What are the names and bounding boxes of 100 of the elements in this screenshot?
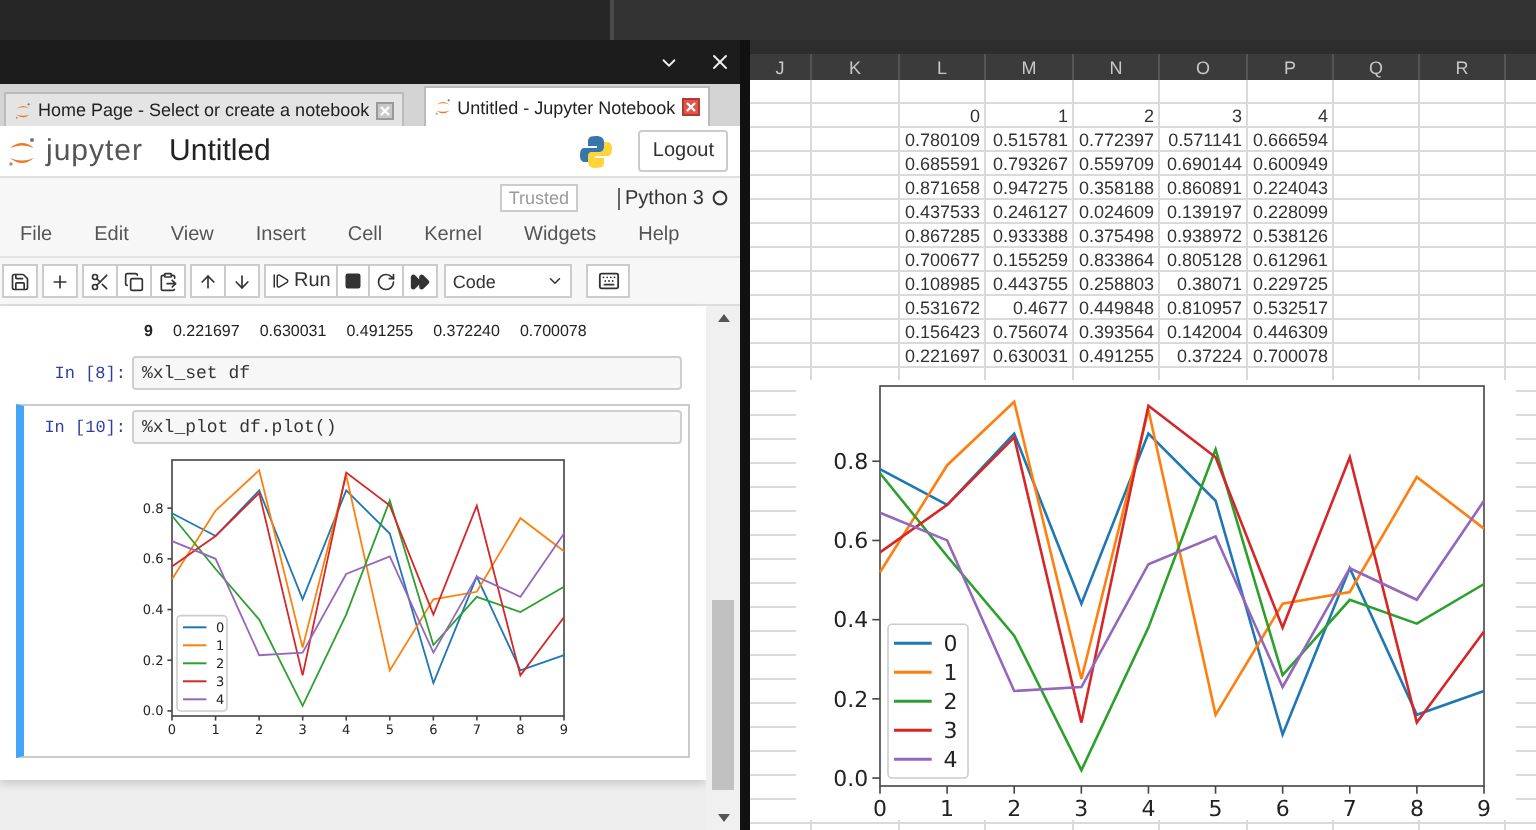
toolbar-button[interactable]: [224, 264, 260, 298]
table-cell[interactable]: 0.246127: [986, 200, 1074, 224]
table-cell[interactable]: 0.630031: [986, 344, 1074, 368]
table-cell[interactable]: 0.780109: [900, 128, 986, 152]
cell-prompt: In [10]:: [42, 417, 128, 437]
table-cell[interactable]: 0.224043: [1248, 176, 1334, 200]
toolbar-button[interactable]: [116, 264, 152, 298]
table-cell[interactable]: 0.805128: [1160, 248, 1248, 272]
brand-name: jupyter: [46, 134, 144, 168]
table-cell[interactable]: 0.024609: [1074, 200, 1160, 224]
table-cell[interactable]: 0.867285: [900, 224, 986, 248]
table-cell[interactable]: 0.358188: [1074, 176, 1160, 200]
menu-item[interactable]: Kernel: [412, 223, 501, 245]
table-cell[interactable]: 0.221697: [900, 344, 986, 368]
table-cell[interactable]: 0: [900, 104, 986, 128]
tab-close-icon[interactable]: [681, 98, 700, 116]
table-cell[interactable]: 0.810957: [1160, 296, 1248, 320]
menu-item[interactable]: Help: [626, 223, 698, 245]
toolbar-button[interactable]: [82, 264, 118, 298]
tick-label: 2: [1007, 795, 1022, 820]
toolbar-button[interactable]: [2, 264, 38, 298]
table-cell[interactable]: 0.833864: [1074, 248, 1160, 272]
table-cell[interactable]: 0.38071: [1160, 272, 1248, 296]
table-cell[interactable]: 0.571141: [1160, 128, 1248, 152]
table-cell[interactable]: 0.793267: [986, 152, 1074, 176]
table-cell[interactable]: 0.532517: [1248, 296, 1334, 320]
table-cell[interactable]: 0.515781: [986, 128, 1074, 152]
browser-tab[interactable]: Home Page - Select or create a notebook: [4, 92, 404, 126]
notebook-name[interactable]: Untitled: [169, 134, 271, 168]
table-cell[interactable]: 2: [1074, 104, 1160, 128]
table-cell[interactable]: 0.258803: [1074, 272, 1160, 296]
table-cell[interactable]: 4: [1248, 104, 1334, 128]
output-value: 0.221697: [172, 321, 240, 339]
table-cell[interactable]: 0.229725: [1248, 272, 1334, 296]
table-cell[interactable]: 0.491255: [1074, 344, 1160, 368]
plus-icon: [50, 271, 70, 291]
table-cell[interactable]: 0.142004: [1160, 320, 1248, 344]
table-cell[interactable]: 0.108985: [900, 272, 986, 296]
table-cell[interactable]: 0.531672: [900, 296, 986, 320]
table-cell[interactable]: 0.666594: [1248, 128, 1334, 152]
table-cell[interactable]: 0.449848: [1074, 296, 1160, 320]
code-input[interactable]: %xl_plot df.plot(): [132, 410, 682, 444]
scroll-down-icon[interactable]: [717, 814, 729, 822]
table-cell[interactable]: 1: [986, 104, 1074, 128]
toolbar-button[interactable]: [190, 264, 226, 298]
table-cell[interactable]: 0.37224: [1160, 344, 1248, 368]
toolbar-button[interactable]: [336, 264, 371, 298]
browser-tab[interactable]: Untitled - Jupyter Notebook: [423, 86, 710, 126]
table-cell[interactable]: 0.933388: [986, 224, 1074, 248]
table-cell[interactable]: 0.446309: [1248, 320, 1334, 344]
table-cell[interactable]: 0.155259: [986, 248, 1074, 272]
table-cell[interactable]: 0.690144: [1160, 152, 1248, 176]
logout-button[interactable]: Logout: [638, 130, 728, 172]
menu-item[interactable]: Cell: [335, 223, 401, 245]
table-cell[interactable]: 0.685591: [900, 152, 986, 176]
toolbar-button[interactable]: [42, 264, 78, 298]
menu-item[interactable]: Widgets: [512, 223, 615, 245]
table-cell[interactable]: 0.947275: [986, 176, 1074, 200]
table-cell[interactable]: 0.772397: [1074, 128, 1160, 152]
table-cell[interactable]: 0.393564: [1074, 320, 1160, 344]
table-cell[interactable]: 0.938972: [1160, 224, 1248, 248]
table-cell[interactable]: 0.139197: [1160, 200, 1248, 224]
table-cell[interactable]: 0.756074: [986, 320, 1074, 344]
table-cell[interactable]: 0.228099: [1248, 200, 1334, 224]
toolbar-button[interactable]: [368, 264, 405, 298]
tick-label: 0.8: [833, 448, 869, 475]
table-cell[interactable]: 3: [1160, 104, 1248, 128]
scroll-thumb[interactable]: [712, 600, 734, 790]
table-cell[interactable]: 0.4677: [986, 296, 1074, 320]
code-cell[interactable]: In [8]: %xl_set df: [16, 350, 690, 396]
tab-label: Home Page - Select or create a notebook: [38, 100, 370, 120]
table-cell[interactable]: 0.700078: [1248, 344, 1334, 368]
table-cell[interactable]: 0.538126: [1248, 224, 1334, 248]
chart-area[interactable]: 0 1 2 3 4 5 6 7 8 9 0.0 0.2 0.4 0.6 0.8 0 1 2 3 4: [796, 380, 1516, 820]
code-input[interactable]: %xl_set df: [132, 356, 682, 390]
table-cell[interactable]: 0.443755: [986, 272, 1074, 296]
table-cell[interactable]: 0.156423: [900, 320, 986, 344]
menu-item[interactable]: File: [8, 223, 71, 245]
table-cell[interactable]: 0.612961: [1248, 248, 1334, 272]
table-cell[interactable]: 0.700677: [900, 248, 986, 272]
toolbar-button[interactable]: [402, 264, 439, 298]
table-cell[interactable]: 0.860891: [1160, 176, 1248, 200]
tab-close-icon[interactable]: [375, 101, 394, 119]
arrow-up-icon: [198, 271, 218, 291]
copy-icon: [124, 271, 144, 291]
table-cell[interactable]: 0.559709: [1074, 152, 1160, 176]
table-cell[interactable]: 0.600949: [1248, 152, 1334, 176]
paste-icon: [158, 271, 178, 291]
menu-item[interactable]: Edit: [82, 223, 147, 245]
menu-item[interactable]: View: [158, 223, 232, 245]
table-cell[interactable]: 0.437533: [900, 200, 986, 224]
cell-type-select[interactable]: Code: [444, 264, 573, 298]
menu-item[interactable]: Insert: [243, 223, 324, 245]
table-cell[interactable]: 0.871658: [900, 176, 986, 200]
run-button[interactable]: Run: [264, 264, 339, 298]
table-cell[interactable]: 0.375498: [1074, 224, 1160, 248]
scroll-up-icon[interactable]: [717, 314, 729, 322]
toolbar-button[interactable]: [150, 264, 186, 298]
close-icon[interactable]: [708, 50, 732, 74]
toolbar-button[interactable]: [586, 264, 631, 298]
